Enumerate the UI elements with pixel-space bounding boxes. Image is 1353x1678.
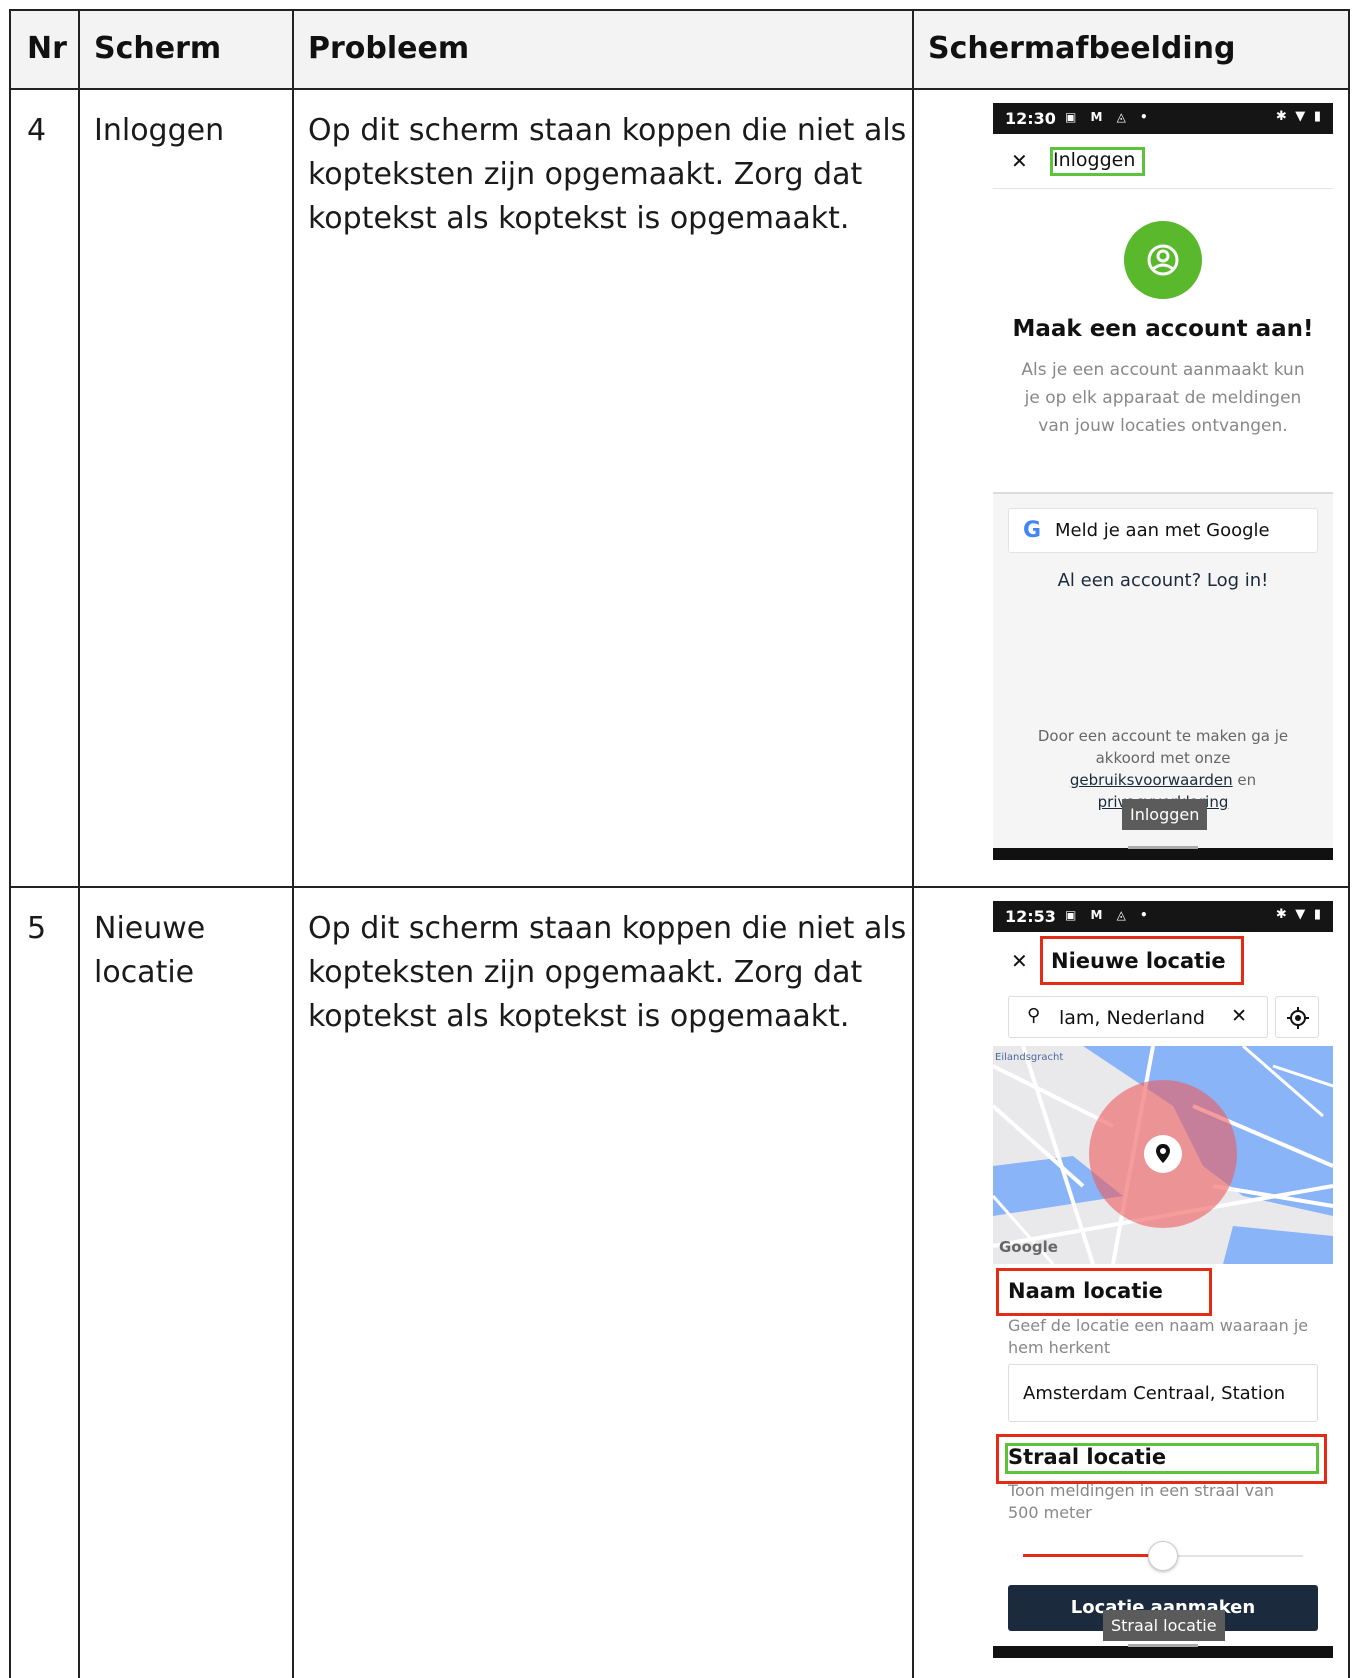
login-link[interactable]: Al een account? Log in! — [993, 570, 1333, 591]
account-avatar — [1124, 221, 1202, 299]
notification-icons: ▣ M ◬ • — [1065, 110, 1153, 124]
google-button-label: Meld je aan met Google — [1055, 520, 1270, 541]
terms-prefix: Door een account te maken ga je akkoord … — [1037, 727, 1289, 767]
search-icon: ⚲ — [1027, 1005, 1041, 1026]
status-time: 12:30 — [1005, 109, 1056, 128]
crosshair-icon — [1287, 1007, 1309, 1029]
screenshot-nieuwe-locatie: 12:53 ▣ M ◬ • ✱ ▼ ▮ ✕ Nieuwe locatie ⚲ l… — [993, 901, 1333, 1678]
clear-icon[interactable]: ✕ — [1231, 1005, 1247, 1027]
user-circle-icon — [1147, 244, 1179, 276]
account-heading: Maak een account aan! — [1012, 316, 1314, 342]
map-view[interactable]: Eilandsgracht Google — [993, 1046, 1333, 1264]
terms-link[interactable]: gebruiksvoorwaarden — [1070, 771, 1233, 789]
google-icon: G — [1023, 518, 1042, 543]
header-schermafbeelding: Schermafbeelding — [928, 31, 1236, 66]
close-icon[interactable]: ✕ — [1011, 949, 1028, 973]
row4-nr: 4 — [27, 113, 47, 148]
radius-heading: Straal locatie — [1008, 1445, 1167, 1469]
status-time: 12:53 — [1005, 907, 1056, 926]
header-probleem: Probleem — [308, 31, 470, 66]
location-pin-icon — [1144, 1135, 1182, 1173]
search-value: lam, Nederland — [1059, 1007, 1205, 1029]
radius-slider[interactable] — [1023, 1541, 1303, 1571]
slider-thumb[interactable] — [1148, 1541, 1178, 1571]
nav-bar — [993, 1644, 1333, 1658]
login-panel: G Meld je aan met Google Al een account?… — [993, 492, 1333, 860]
name-heading: Naam locatie — [1008, 1279, 1163, 1303]
notification-icons: ▣ M ◬ • — [1065, 908, 1153, 922]
google-signin-button[interactable]: G Meld je aan met Google — [1008, 508, 1318, 553]
locate-button[interactable] — [1275, 996, 1319, 1038]
row5-scherm: Nieuwe locatie — [94, 911, 206, 990]
system-icons: ✱ ▼ ▮ — [1275, 907, 1323, 922]
nav-bar — [993, 846, 1333, 860]
name-hint: Geef de locatie een naam waaraan je hem … — [1008, 1316, 1309, 1357]
system-icons: ✱ ▼ ▮ — [1275, 109, 1323, 124]
account-description: Als je een account aanmaakt kun je op el… — [1021, 360, 1305, 436]
location-name-input[interactable]: Amsterdam Centraal, Station — [1008, 1364, 1318, 1422]
screen-title: Nieuwe locatie — [1051, 949, 1226, 973]
radius-hint: Toon meldingen in een straal van 500 met… — [1008, 1481, 1275, 1522]
header-nr: Nr — [27, 31, 67, 66]
location-name-value: Amsterdam Centraal, Station — [1023, 1383, 1286, 1404]
row4-scherm: Inloggen — [94, 113, 225, 148]
close-icon[interactable]: ✕ — [1011, 149, 1028, 173]
row5-probleem: Op dit scherm staan koppen die niet als … — [308, 911, 907, 1034]
slider-fill — [1023, 1554, 1163, 1557]
row4-probleem: Op dit scherm staan koppen die niet als … — [308, 113, 907, 236]
map-street-label: Eilandsgracht — [995, 1052, 1064, 1063]
tooltip-straal-locatie: Straal locatie — [1103, 1610, 1225, 1641]
status-bar: 12:30 ▣ M ◬ • ✱ ▼ ▮ — [993, 103, 1333, 134]
terms-and: en — [1237, 771, 1257, 789]
screen-title: Inloggen — [1053, 149, 1136, 171]
google-logo: Google — [999, 1238, 1058, 1256]
search-input[interactable]: ⚲ lam, Nederland ✕ — [1008, 996, 1268, 1038]
row5-nr: 5 — [27, 911, 47, 946]
tooltip-inloggen: Inloggen — [1122, 799, 1208, 830]
status-bar: 12:53 ▣ M ◬ • ✱ ▼ ▮ — [993, 901, 1333, 932]
header-scherm: Scherm — [94, 31, 222, 66]
screenshot-inloggen: 12:30 ▣ M ◬ • ✱ ▼ ▮ ✕ Inloggen Maak een … — [993, 103, 1333, 860]
